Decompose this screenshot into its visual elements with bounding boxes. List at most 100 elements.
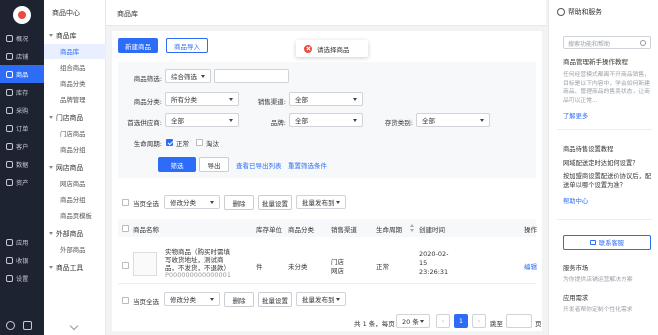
search-icon[interactable] bbox=[6, 321, 15, 330]
subnav-item[interactable]: 门店商品 bbox=[44, 126, 106, 141]
supplier-select[interactable]: 全部 bbox=[165, 113, 239, 127]
subnav-item[interactable]: 网店商品 bbox=[44, 176, 106, 191]
select-page-checkbox-bottom[interactable] bbox=[122, 297, 129, 304]
contact-service-button[interactable]: 联系客服 bbox=[563, 235, 651, 250]
export-button[interactable]: 导出 bbox=[199, 157, 229, 172]
batch-publish-select-bottom[interactable]: 批量发布到 bbox=[296, 292, 346, 306]
subnav-item[interactable]: 外部商品 bbox=[44, 242, 106, 257]
nav-item-data[interactable]: 数据 bbox=[0, 155, 44, 173]
nav-item-goods[interactable]: 商品 bbox=[0, 65, 44, 83]
select-page-checkbox[interactable] bbox=[122, 199, 129, 206]
apps-icon bbox=[6, 238, 13, 246]
created-time: 23:26:31 bbox=[419, 268, 449, 276]
faq-question-2[interactable]: 按加盟商设置配送价协议后，配送单以哪个设置为准？ bbox=[563, 172, 653, 190]
batch-setting-button-bottom[interactable]: 批量设置 bbox=[258, 292, 292, 307]
lifecycle-eliminated-label: 淘汰 bbox=[206, 140, 219, 148]
page-size-select[interactable]: 20 条 bbox=[396, 314, 430, 328]
subnav-item[interactable]: 商品库 bbox=[44, 44, 106, 59]
created-date-1: 2020-02- bbox=[419, 250, 449, 258]
breadcrumb: 商品库 bbox=[106, 0, 546, 26]
nav-item-label: 采购 bbox=[16, 107, 29, 115]
service-market-link[interactable]: 服务市场 bbox=[563, 264, 588, 273]
subnav-group[interactable]: 商品库 bbox=[44, 28, 106, 42]
stock-type-select[interactable]: 全部 bbox=[416, 113, 490, 127]
modify-category-select[interactable]: 修改分类 bbox=[164, 195, 220, 209]
category-label: 商品分类: bbox=[133, 98, 162, 106]
subnav-group[interactable]: 外部商品 bbox=[44, 226, 106, 240]
reset-filters-link[interactable]: 重置筛选条件 bbox=[288, 160, 327, 170]
faq-question-1[interactable]: 网域配送定时达如何设置？ bbox=[563, 159, 655, 168]
modify-category-select-bottom[interactable]: 修改分类 bbox=[164, 292, 220, 306]
nav-item-apps[interactable]: 应用 bbox=[0, 233, 44, 251]
delete-button[interactable]: 删除 bbox=[224, 195, 254, 210]
nav-item-store[interactable]: 店铺 bbox=[0, 47, 44, 65]
supplier-label: 首选供应商: bbox=[127, 119, 162, 127]
help-center-link[interactable]: 帮助中心 bbox=[563, 197, 588, 206]
nav-item-label: 收银 bbox=[16, 257, 29, 265]
import-product-button[interactable]: 商品导入 bbox=[166, 38, 208, 53]
subnav-item[interactable]: 商品分组 bbox=[44, 142, 106, 157]
asset-icon bbox=[6, 178, 13, 186]
cashier-icon bbox=[6, 256, 13, 264]
view-export-link[interactable]: 查看已导出列表 bbox=[236, 160, 282, 170]
sub-nav: 商品中心 商品库 商品库 组合商品 商品分类 品牌管理 门店商品 门店商品 商品分组 网店商品网… bbox=[44, 0, 106, 335]
edit-link[interactable]: 编辑 bbox=[524, 261, 537, 271]
sort-down-icon[interactable] bbox=[410, 229, 414, 232]
brand-select[interactable]: 全部 bbox=[289, 113, 363, 127]
goto-page-input[interactable] bbox=[506, 314, 532, 328]
nav-item-home[interactable]: 概况 bbox=[0, 29, 44, 47]
subnav-item[interactable]: 组合商品 bbox=[44, 60, 106, 75]
nav-item-label: 客户 bbox=[16, 143, 29, 151]
channel-select[interactable]: 全部 bbox=[289, 92, 363, 106]
prev-page-button[interactable]: ‹ bbox=[436, 314, 450, 328]
select-all-checkbox[interactable] bbox=[122, 225, 129, 232]
nav-item-cashier[interactable]: 收银 bbox=[0, 251, 44, 269]
batch-setting-button[interactable]: 批量设置 bbox=[258, 195, 292, 210]
help-panel: 帮助和服务 搜索功能和帮助 商品管理新手操作教程 任何经营模式都离不开商品销售，… bbox=[548, 0, 658, 335]
product-code: P000000000000001 bbox=[165, 271, 231, 279]
subnav-item[interactable]: 商品分组 bbox=[44, 192, 106, 207]
logo[interactable] bbox=[13, 6, 31, 24]
batch-publish-select[interactable]: 批量发布到 bbox=[296, 195, 346, 209]
filter-button[interactable]: 筛选 bbox=[158, 157, 196, 172]
row-checkbox[interactable] bbox=[122, 262, 129, 269]
subnav-group-label: 网店商品 bbox=[56, 164, 84, 172]
home-icon bbox=[6, 34, 13, 42]
delete-button-bottom[interactable]: 删除 bbox=[224, 292, 254, 307]
subnav-item[interactable]: 商品分类 bbox=[44, 76, 106, 91]
subnav-group[interactable]: 门店商品 bbox=[44, 110, 106, 124]
subnav-item[interactable]: 商品页模板 bbox=[44, 208, 106, 223]
category-select[interactable]: 所有分类 bbox=[165, 92, 239, 106]
goods-icon bbox=[6, 70, 13, 78]
subnav-group[interactable]: 商品工具 bbox=[44, 260, 106, 274]
store-icon bbox=[6, 52, 13, 60]
tutorial-title[interactable]: 商品管理新手操作教程 bbox=[563, 58, 628, 67]
nav-item-settings[interactable]: 设置 bbox=[0, 269, 44, 287]
sort-up-icon[interactable] bbox=[410, 224, 414, 227]
app-demand-link[interactable]: 应用需求 bbox=[563, 294, 588, 303]
col-action: 操作 bbox=[524, 226, 537, 234]
select-page-label-bottom: 当页全选 bbox=[133, 298, 159, 306]
page-number[interactable]: 1 bbox=[454, 314, 468, 328]
pagination-summary: 共 1 条，每页 bbox=[354, 320, 395, 328]
scroll-down-icon[interactable] bbox=[69, 321, 79, 331]
subnav-item[interactable]: 品牌管理 bbox=[44, 92, 106, 107]
nav-item-order[interactable]: 订单 bbox=[0, 119, 44, 137]
settings-tutorial-title[interactable]: 商品待售设置教程 bbox=[563, 145, 613, 154]
message-icon[interactable] bbox=[23, 321, 32, 330]
new-product-button[interactable]: 新建商品 bbox=[118, 38, 158, 53]
select-page-label: 当页全选 bbox=[133, 200, 159, 208]
lifecycle-eliminated-checkbox[interactable] bbox=[196, 139, 203, 146]
nav-item-purchase[interactable]: 采购 bbox=[0, 101, 44, 119]
lifecycle-normal-checkbox[interactable] bbox=[166, 139, 173, 146]
nav-item-asset[interactable]: 资产 bbox=[0, 173, 44, 191]
help-search-input[interactable]: 搜索功能和帮助 bbox=[563, 36, 651, 49]
subnav-group[interactable]: 网店商品 bbox=[44, 160, 106, 174]
search-type-select[interactable]: 综合筛选 bbox=[165, 69, 211, 83]
nav-item-customer[interactable]: 客户 bbox=[0, 137, 44, 155]
search-icon[interactable] bbox=[640, 40, 646, 46]
search-input[interactable] bbox=[214, 69, 289, 83]
learn-more-link[interactable]: 了解更多 bbox=[563, 112, 588, 121]
nav-item-inventory[interactable]: 库存 bbox=[0, 83, 44, 101]
next-page-button[interactable]: › bbox=[472, 314, 486, 328]
